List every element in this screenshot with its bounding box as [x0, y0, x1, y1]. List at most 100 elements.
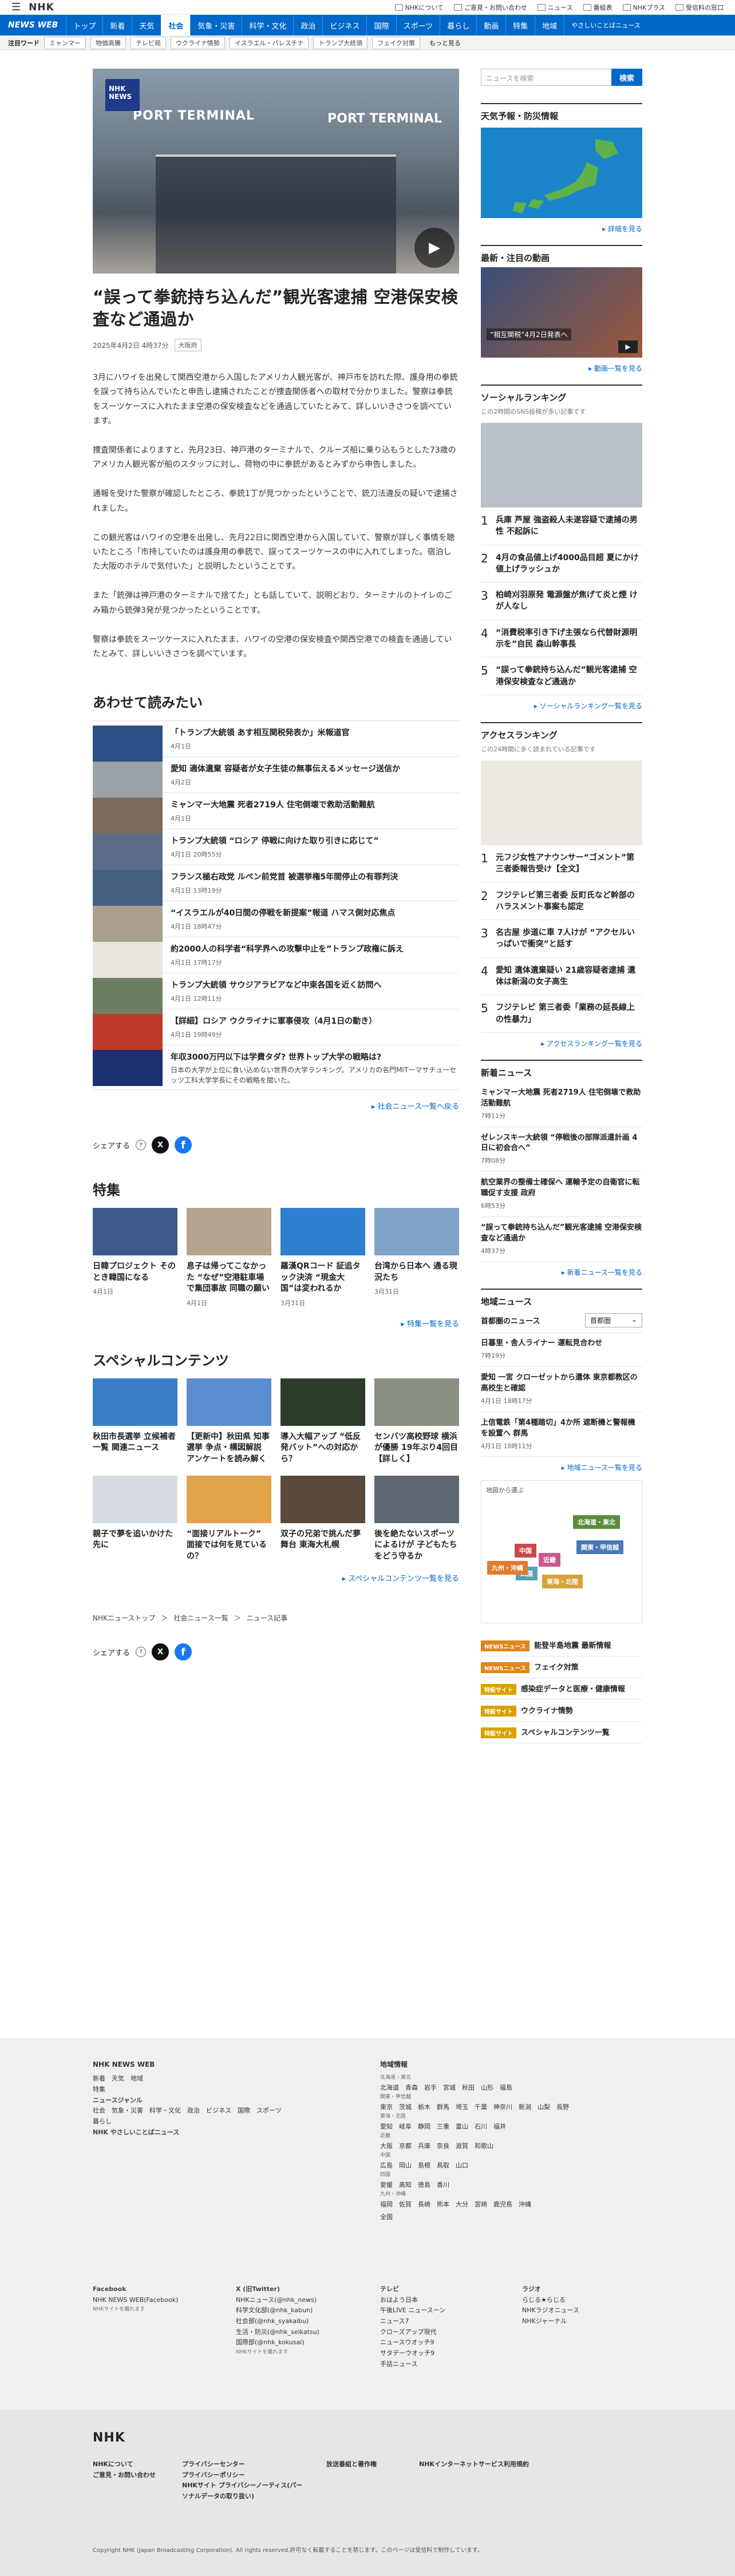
footer-nhk-logo[interactable]: NHK	[93, 2431, 125, 2445]
top-link-fee[interactable]: 受信料の窓口	[675, 3, 724, 12]
region-link[interactable]: 全国	[380, 2213, 393, 2221]
region-link[interactable]: 富山	[456, 2123, 468, 2130]
region-link[interactable]: 新潟	[519, 2103, 531, 2111]
local-news-item[interactable]: 上信電鉄「第4種踏切」4か所 遮断機と警報機を設置へ 群馬 4月1日 18時11分	[481, 1412, 642, 1457]
region-link[interactable]: 長崎	[418, 2201, 430, 2208]
new-news-item[interactable]: ミャンマー大地震 死者2719人 住宅倒壊で救助活動難航 7時11分	[481, 1082, 642, 1127]
ranking-item[interactable]: 1 元フジ女性アナウンサー“ゴメント”第三者委報告受け【全文】	[481, 845, 642, 883]
ranking-item[interactable]: 4 愛知 遺体遺棄疑い 21歳容疑者逮捕 遺体は新潟の女子高生	[481, 958, 642, 996]
nav-science[interactable]: 科学・文化	[242, 15, 293, 35]
ranking-item[interactable]: 4 “消費税率引き下げ主張なら代替財源明示を”自民 森山幹事長	[481, 620, 642, 658]
article-video[interactable]: PORT TERMINAL PORT TERMINAL NHK NEWS ▶	[93, 69, 459, 274]
footer-link[interactable]: 気象・災害	[112, 2107, 143, 2114]
local-news-item[interactable]: 愛知 一宮 クローゼットから遺体 東京都教区の高校生と確認 4月1日 18時17分	[481, 1367, 642, 1412]
footer-link[interactable]: おはよう日本	[380, 2295, 506, 2306]
region-link[interactable]: 山梨	[538, 2103, 550, 2111]
region-link[interactable]: 神奈川	[493, 2103, 512, 2111]
related-item[interactable]: 年収3000万円以下は学費タダ? 世界トップ大学の戦略は? 日本の大学が上位に食い…	[93, 1045, 459, 1091]
special-card[interactable]: 後を絶たないスポーツによるけが 子どもたちをどう守るか	[374, 1475, 459, 1563]
top-link-schedule[interactable]: 番組表	[583, 3, 612, 12]
region-link[interactable]: 鳥取	[437, 2162, 449, 2169]
region-tokai[interactable]: 東海・北陸	[542, 1575, 583, 1589]
footer-newsweb-heading[interactable]: NHK NEWS WEB	[93, 2059, 356, 2070]
region-link[interactable]: 福島	[500, 2084, 512, 2091]
footer-link[interactable]: ご意見・お問い合わせ	[93, 2470, 173, 2481]
footer-link[interactable]: 科学文化部(@nhk_kabun)	[236, 2305, 362, 2316]
features-list-link[interactable]: ▸ 特集一覧を見る	[93, 1318, 459, 1329]
trend-more-link[interactable]: もっと見る	[429, 38, 461, 47]
region-link[interactable]: 千葉	[475, 2103, 487, 2111]
special-card[interactable]: 双子の兄弟で挑んだ夢舞台 東海大札幌	[280, 1475, 365, 1563]
region-link[interactable]: 高知	[399, 2181, 412, 2189]
search-input[interactable]: ニュースを検索	[481, 69, 611, 86]
top-link-contact[interactable]: ご意見・お問い合わせ	[454, 3, 527, 12]
footer-link[interactable]: ニュースウオッチ9	[380, 2337, 506, 2348]
top-link-about[interactable]: NHKについて	[395, 3, 444, 12]
nav-business[interactable]: ビジネス	[322, 15, 366, 35]
related-item[interactable]: “イスラエルが40日間の停戦を新提案”報道 ハマス側対応焦点 4月1日 18時47…	[93, 901, 459, 942]
nav-new[interactable]: 新着	[102, 15, 132, 35]
footer-link[interactable]: NHKジャーナル	[522, 2316, 637, 2327]
region-link[interactable]: 山口	[456, 2162, 468, 2169]
footer-link[interactable]: 科学・文化	[149, 2107, 181, 2114]
ranking-item[interactable]: 3 柏崎刈羽原発 電源盤が焦げて炎と煙 けが人なし	[481, 582, 642, 620]
promo-item[interactable]: NEWSニュース 能登半島地震 最新情報	[481, 1635, 642, 1657]
local-news-item[interactable]: 日暮里・舎人ライナー 運転見合わせ 7時19分	[481, 1333, 642, 1368]
footer-link[interactable]: 手話ニュース	[380, 2359, 506, 2370]
footer-link[interactable]: 政治	[187, 2107, 200, 2114]
region-link[interactable]: 島根	[418, 2162, 430, 2169]
footer-link[interactable]: 新着	[93, 2075, 105, 2082]
special-card[interactable]: 親子で夢を追いかけた先に	[93, 1475, 177, 1563]
social-ranking-link[interactable]: ▸ ソーシャルランキング一覧を見る	[481, 701, 642, 711]
region-link[interactable]: 愛媛	[380, 2181, 393, 2189]
region-link[interactable]: 大分	[456, 2201, 468, 2208]
region-link[interactable]: 石川	[475, 2123, 487, 2130]
region-chugoku[interactable]: 中国	[515, 1544, 536, 1558]
menu-icon[interactable]: ☰	[11, 1, 21, 13]
video-list-link[interactable]: ▸ 動画一覧を見る	[481, 363, 642, 373]
region-link[interactable]: 岡山	[399, 2162, 412, 2169]
region-link[interactable]: 岐阜	[399, 2123, 412, 2130]
region-link[interactable]: 福井	[493, 2123, 506, 2130]
region-link[interactable]: 大阪	[380, 2142, 393, 2150]
play-icon[interactable]: ▶	[618, 340, 638, 353]
ranking-item[interactable]: 2 フジテレビ第三者委 反町氏など幹部のハラスメント事案も認定	[481, 883, 642, 921]
footer-link[interactable]: スポーツ	[256, 2107, 282, 2114]
news-web-brand[interactable]: NEWS WEB	[0, 21, 66, 30]
promo-item[interactable]: NEWSニュース フェイク対策	[481, 1656, 642, 1679]
footer-link[interactable]: 放送番組と著作権	[326, 2459, 418, 2470]
footer-link[interactable]: NHKインターネットサービス利用規約	[419, 2459, 568, 2470]
footer-link[interactable]: サタデーウオッチ9	[380, 2348, 506, 2359]
promo-item[interactable]: 特設サイト 感染症データと医療・健康情報	[481, 1678, 642, 1701]
related-item[interactable]: 愛知 適体遺棄 容疑者が女子生徒の無事伝えるメッセージ送信か 4月2日	[93, 757, 459, 798]
special-card[interactable]: 【更新中】秋田県 知事選挙 争点・構図解説 アンケートを読み解く	[187, 1378, 271, 1465]
related-item[interactable]: 約2000人の科学者“科学界への攻撃中止を”トランプ政権に訴え 4月1日 17時1…	[93, 937, 459, 978]
region-link[interactable]: 京都	[399, 2142, 412, 2150]
top-link-nhkplus[interactable]: NHKプラス	[623, 3, 666, 12]
footer-link[interactable]: 地域	[131, 2075, 143, 2082]
region-link[interactable]: 沖縄	[519, 2201, 531, 2208]
region-link[interactable]: 栃木	[418, 2103, 430, 2111]
local-news-link[interactable]: ▸ 地域ニュース一覧を見る	[481, 1463, 642, 1472]
trend-tag[interactable]: ミャンマー	[44, 36, 86, 49]
special-card[interactable]: “面接リアルトーク” 面接では何を見ているの？	[187, 1475, 271, 1563]
nav-weather[interactable]: 天気	[132, 15, 161, 35]
footer-link[interactable]: 社会部(@nhk_syakaibu)	[236, 2316, 362, 2327]
search-button[interactable]: 検索	[611, 69, 642, 86]
weather-map[interactable]	[481, 128, 642, 218]
new-news-item[interactable]: “誤って拳銃持ち込んだ”観光客逮捕 空港保安検査など通過か 4時37分	[481, 1217, 642, 1262]
related-item[interactable]: 「トランプ大統領 あす相互関税発表か」米報道官 4月1日	[93, 721, 459, 762]
region-link[interactable]: 宮崎	[475, 2201, 487, 2208]
region-link[interactable]: 岩手	[424, 2084, 437, 2091]
ranking-item[interactable]: 2 4月の食品値上げ4000品目超 夏にかけ値上げラッシュか	[481, 545, 642, 583]
trend-tag[interactable]: テレビ局	[131, 36, 166, 49]
area-select[interactable]: 首都圏 ⌄	[585, 1313, 642, 1328]
footer-link[interactable]: ニュース7	[380, 2316, 506, 2327]
feature-card[interactable]: 息子は帰ってこなかった “なぜ”空港駐車場で集団事故 同職の願い 4月1日	[187, 1208, 271, 1307]
region-link[interactable]: 北海道	[380, 2084, 399, 2091]
region-link[interactable]: 鹿児島	[493, 2201, 512, 2208]
feature-card[interactable]: 台湾から日本へ 通る現況たち 3月31日	[374, 1208, 459, 1307]
region-link[interactable]: 和歌山	[475, 2142, 493, 2150]
footer-link[interactable]: プライバシーポリシー	[182, 2470, 308, 2481]
region-link[interactable]: 宮城	[443, 2084, 456, 2091]
